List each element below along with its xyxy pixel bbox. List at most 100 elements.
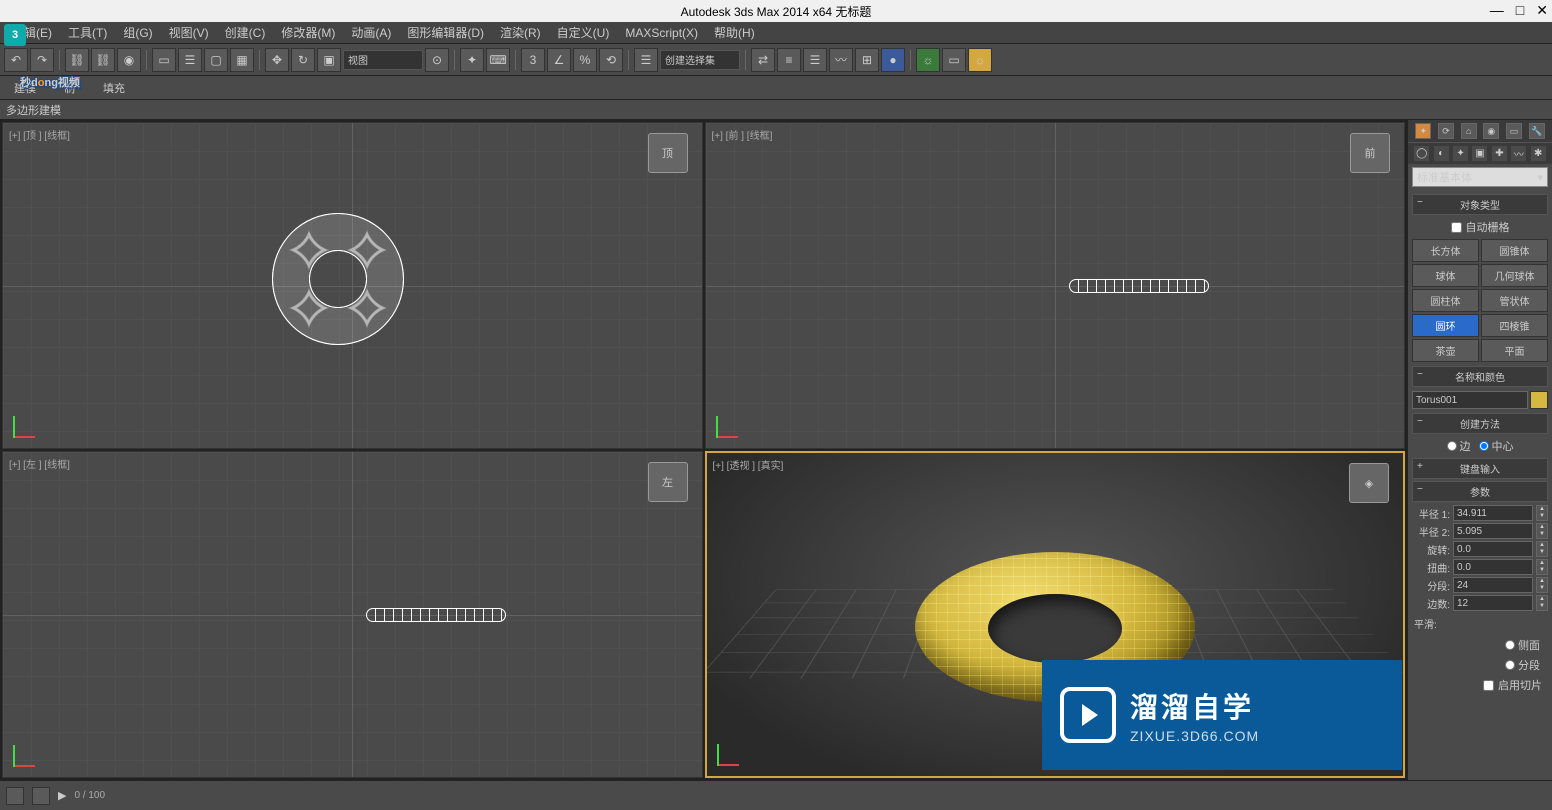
curve-editor-icon[interactable]: 〰 [829, 48, 853, 72]
torus-wireframe[interactable] [273, 214, 403, 344]
layers-icon[interactable]: ☰ [803, 48, 827, 72]
menu-animation[interactable]: 动画(A) [345, 22, 397, 43]
keyboard-entry-rollout[interactable]: 键盘输入 [1412, 458, 1548, 479]
torus-wireframe[interactable] [1069, 279, 1209, 293]
viewcube-icon[interactable]: 左 [648, 462, 688, 502]
status-btn2[interactable] [32, 787, 50, 805]
plane-button[interactable]: 平面 [1481, 339, 1548, 362]
segments-input[interactable] [1453, 577, 1533, 593]
scale-icon[interactable]: ▣ [317, 48, 341, 72]
pyramid-button[interactable]: 四棱锥 [1481, 314, 1548, 337]
viewport-top[interactable]: [+] [顶 ] [线框] 顶 [2, 122, 703, 449]
viewport-top-label[interactable]: [+] [顶 ] [线框] [9, 127, 70, 142]
radius1-input[interactable] [1453, 505, 1533, 521]
bind-icon[interactable]: ◉ [117, 48, 141, 72]
viewcube-icon[interactable]: 前 [1350, 133, 1390, 173]
lights-tab-icon[interactable]: ✦ [1453, 146, 1468, 161]
align-icon[interactable]: ≡ [777, 48, 801, 72]
render-setup-icon[interactable]: ☼ [916, 48, 940, 72]
menu-rendering[interactable]: 渲染(R) [494, 22, 547, 43]
schematic-icon[interactable]: ⊞ [855, 48, 879, 72]
viewport-front-label[interactable]: [+] [前 ] [线框] [712, 127, 773, 142]
utilities-tab-icon[interactable]: 🔧 [1529, 123, 1545, 139]
create-tab-icon[interactable]: ✦ [1415, 123, 1431, 139]
select-name-icon[interactable]: ☰ [178, 48, 202, 72]
create-method-rollout[interactable]: 创建方法 [1412, 413, 1548, 434]
app-logo-icon[interactable]: 3 [4, 24, 26, 46]
menu-customize[interactable]: 自定义(U) [551, 22, 616, 43]
minimize-button[interactable]: — [1490, 2, 1504, 19]
sphere-button[interactable]: 球体 [1412, 264, 1479, 287]
manipulate-icon[interactable]: ✦ [460, 48, 484, 72]
autogrid-checkbox[interactable]: 自动栅格 [1412, 217, 1548, 237]
color-swatch[interactable] [1530, 391, 1548, 409]
menu-views[interactable]: 视图(V) [163, 22, 215, 43]
window-crossing-icon[interactable]: ▦ [230, 48, 254, 72]
geometry-tab-icon[interactable]: ◯ [1414, 146, 1429, 161]
named-selection-icon[interactable]: ☰ [634, 48, 658, 72]
ribbon-populate[interactable]: 填充 [95, 78, 133, 98]
spacewarps-tab-icon[interactable]: 〰 [1511, 146, 1526, 161]
pivot-icon[interactable]: ⊙ [425, 48, 449, 72]
edge-radio[interactable]: 边 [1447, 438, 1471, 454]
torus-wireframe[interactable] [366, 608, 506, 622]
spinner-icon[interactable] [1536, 505, 1548, 521]
cone-button[interactable]: 圆锥体 [1481, 239, 1548, 262]
maximize-button[interactable]: □ [1516, 2, 1524, 19]
menu-create[interactable]: 创建(C) [219, 22, 272, 43]
viewcube-icon[interactable]: ◈ [1349, 463, 1389, 503]
shapes-tab-icon[interactable]: ◐ [1434, 146, 1449, 161]
teapot-button[interactable]: 茶壶 [1412, 339, 1479, 362]
menu-help[interactable]: 帮助(H) [708, 22, 761, 43]
mirror-icon[interactable]: ⇄ [751, 48, 775, 72]
spinner-icon[interactable] [1536, 541, 1548, 557]
cameras-tab-icon[interactable]: ▣ [1472, 146, 1487, 161]
object-type-rollout[interactable]: 对象类型 [1412, 194, 1548, 215]
viewcube-icon[interactable]: 顶 [648, 133, 688, 173]
status-btn1[interactable] [6, 787, 24, 805]
percent-snap-icon[interactable]: % [573, 48, 597, 72]
parameters-rollout[interactable]: 参数 [1412, 481, 1548, 502]
move-icon[interactable]: ✥ [265, 48, 289, 72]
enable-slice-checkbox[interactable]: 启用切片 [1412, 675, 1548, 695]
object-name-input[interactable] [1412, 391, 1528, 409]
menu-maxscript[interactable]: MAXScript(X) [619, 24, 704, 42]
center-radio[interactable]: 中心 [1479, 438, 1514, 454]
box-button[interactable]: 长方体 [1412, 239, 1479, 262]
snap-icon[interactable]: 3 [521, 48, 545, 72]
viewport-left-label[interactable]: [+] [左 ] [线框] [9, 456, 70, 471]
keyboard-icon[interactable]: ⌨ [486, 48, 510, 72]
viewport-persp-label[interactable]: [+] [透视 ] [真实] [713, 457, 784, 472]
helpers-tab-icon[interactable]: ✚ [1492, 146, 1507, 161]
sides-input[interactable] [1453, 595, 1533, 611]
display-tab-icon[interactable]: ▭ [1506, 123, 1522, 139]
menu-modifiers[interactable]: 修改器(M) [275, 22, 341, 43]
menu-tools[interactable]: 工具(T) [62, 22, 113, 43]
spinner-icon[interactable] [1536, 577, 1548, 593]
spinner-icon[interactable] [1536, 523, 1548, 539]
tube-button[interactable]: 管状体 [1481, 289, 1548, 312]
hierarchy-tab-icon[interactable]: ⌂ [1461, 123, 1477, 139]
geosphere-button[interactable]: 几何球体 [1481, 264, 1548, 287]
cylinder-button[interactable]: 圆柱体 [1412, 289, 1479, 312]
smooth-side-radio[interactable]: 侧面 [1505, 637, 1540, 653]
material-editor-icon[interactable]: ● [881, 48, 905, 72]
close-button[interactable]: ✕ [1536, 2, 1548, 19]
menu-group[interactable]: 组(G) [117, 22, 158, 43]
unlink-icon[interactable]: ⛓ [91, 48, 115, 72]
viewport-left[interactable]: [+] [左 ] [线框] 左 [2, 451, 703, 778]
rotate-icon[interactable]: ↻ [291, 48, 315, 72]
angle-snap-icon[interactable]: ∠ [547, 48, 571, 72]
motion-tab-icon[interactable]: ◉ [1483, 123, 1499, 139]
name-color-rollout[interactable]: 名称和颜色 [1412, 366, 1548, 387]
primitive-category-dropdown[interactable]: 标准基本体▾ [1412, 167, 1548, 187]
ref-coord-dropdown[interactable]: 视图 [343, 50, 423, 70]
spinner-icon[interactable] [1536, 595, 1548, 611]
named-selection-dropdown[interactable]: 创建选择集 [660, 50, 740, 70]
render-icon[interactable]: ☼ [968, 48, 992, 72]
select-icon[interactable]: ▭ [152, 48, 176, 72]
select-rect-icon[interactable]: ▢ [204, 48, 228, 72]
modify-tab-icon[interactable]: ⟳ [1438, 123, 1454, 139]
torus-button[interactable]: 圆环 [1412, 314, 1479, 337]
twist-input[interactable] [1453, 559, 1533, 575]
